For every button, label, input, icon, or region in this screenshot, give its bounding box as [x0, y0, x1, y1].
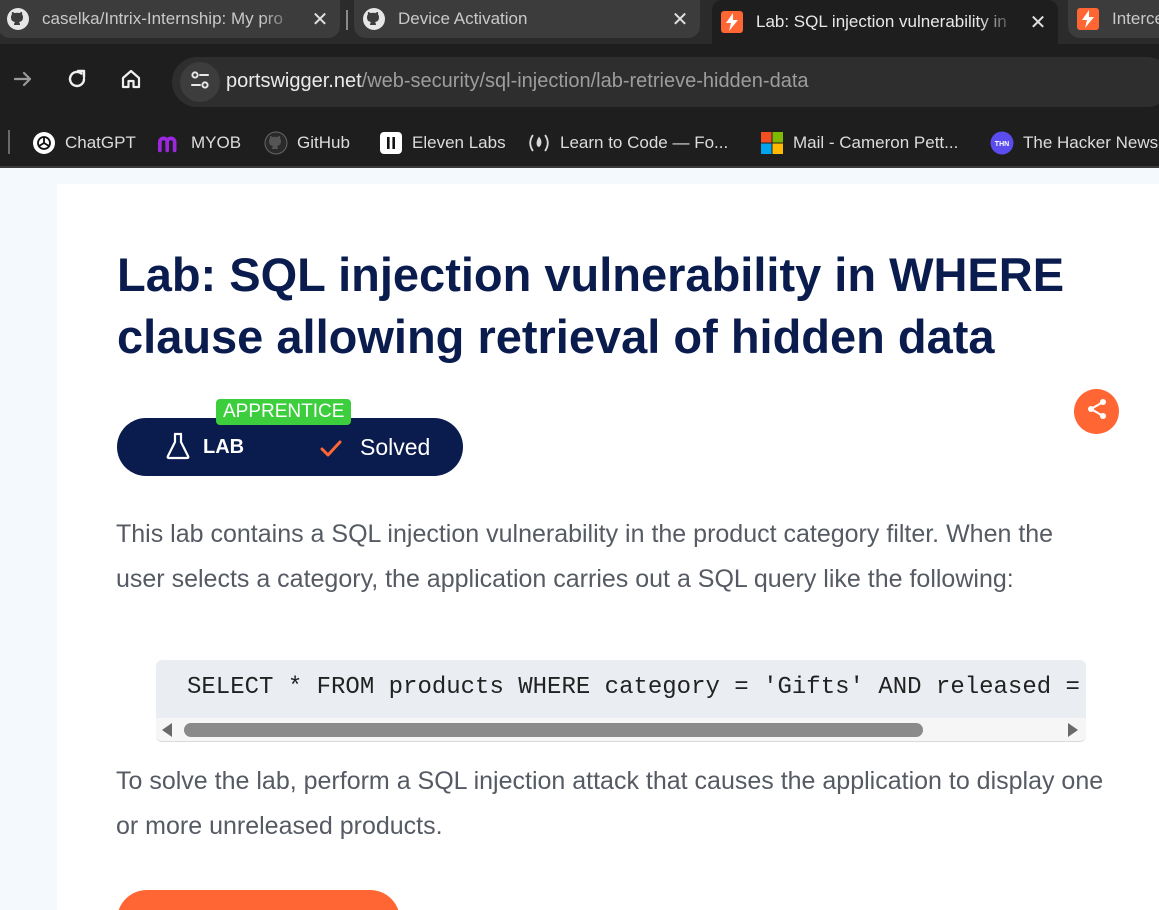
tab-intercept[interactable]: Intercept — [1068, 0, 1159, 38]
forward-button[interactable] — [8, 66, 38, 96]
tab-title: caselka/Intrix-Internship: My pro — [42, 9, 283, 28]
elevenlabs-icon — [379, 131, 403, 155]
level-badge: APPRENTICE — [216, 399, 352, 425]
home-icon — [119, 67, 143, 96]
tab-title: Intercept — [1112, 9, 1159, 28]
arrow-right-icon — [11, 67, 35, 96]
tab-strip: caselka/Intrix-Internship: My pro ✕ Devi… — [0, 0, 1159, 44]
bookmark-github[interactable]: GitHub — [264, 130, 350, 156]
lab-status-pill: LAB Solved — [117, 418, 463, 476]
scroll-left-icon[interactable] — [162, 723, 172, 737]
intro-paragraph: This lab contains a SQL injection vulner… — [116, 520, 1054, 593]
bookmark-mail[interactable]: Mail - Cameron Pett... — [760, 130, 958, 156]
bookmark-label: GitHub — [297, 133, 350, 152]
navigation-bar: portswigger.net/web-security/sql-injecti… — [0, 44, 1159, 118]
portswigger-icon — [720, 10, 744, 34]
myob-icon — [158, 131, 182, 155]
address-bar[interactable]: portswigger.net/web-security/sql-injecti… — [172, 57, 1159, 107]
tune-icon — [189, 69, 211, 96]
close-icon[interactable]: ✕ — [1026, 10, 1050, 34]
tab-title: Lab: SQL injection vulnerability in — [756, 12, 1007, 31]
share-button[interactable] — [1074, 389, 1119, 434]
bookmark-myob[interactable]: MYOB — [158, 130, 241, 156]
site-info-button[interactable] — [180, 62, 220, 102]
url-host: portswigger.net — [226, 70, 362, 92]
thn-icon: THN — [990, 131, 1014, 155]
bookmark-label: MYOB — [191, 133, 242, 152]
code-block: SELECT * FROM products WHERE category = … — [156, 660, 1086, 742]
reload-button[interactable] — [62, 66, 92, 96]
reload-icon — [65, 67, 89, 96]
tab-sql-injection-lab[interactable]: Lab: SQL injection vulnerability in ✕ — [712, 0, 1058, 44]
home-button[interactable] — [116, 66, 146, 96]
bookmarks-bar: ChatGPT MYOB GitHub Eleven Labs Learn to… — [0, 118, 1159, 166]
bookmark-label: Mail - Cameron Pett... — [793, 133, 959, 152]
tab-separator — [346, 10, 348, 30]
github-icon — [6, 7, 30, 31]
portswigger-icon — [1076, 7, 1100, 31]
goal-paragraph: To solve the lab, perform a SQL injectio… — [116, 767, 1104, 840]
bookmark-label: Learn to Code — Fo... — [560, 133, 729, 152]
github-icon — [264, 131, 288, 155]
bookmark-label: The Hacker News — [1023, 133, 1159, 152]
scroll-right-icon[interactable] — [1068, 723, 1078, 737]
horizontal-scrollbar[interactable] — [156, 718, 1086, 741]
tab-device-activation[interactable]: Device Activation ✕ — [354, 0, 700, 38]
tab-github-intrix[interactable]: caselka/Intrix-Internship: My pro ✕ — [0, 0, 340, 38]
bookmark-label: ChatGPT — [65, 133, 136, 152]
url-path: /web-security/sql-injection/lab-retrieve… — [361, 70, 809, 92]
sql-query-code: SELECT * FROM products WHERE category = … — [187, 674, 1086, 701]
bookmark-eleven-labs[interactable]: Eleven Labs — [379, 130, 506, 156]
flask-icon — [165, 432, 191, 460]
github-icon — [362, 7, 386, 31]
tab-title: Device Activation — [398, 9, 528, 28]
status-text: Solved — [360, 434, 431, 460]
freecodecamp-icon — [527, 131, 551, 155]
page-title: Lab: SQL injection vulnerability in WHER… — [117, 248, 1065, 363]
share-icon — [1085, 397, 1109, 426]
bookmark-chatgpt[interactable]: ChatGPT — [32, 130, 136, 156]
page-viewport: Lab: SQL injection vulnerability in WHER… — [0, 168, 1159, 910]
url-text[interactable]: portswigger.net/web-security/sql-injecti… — [226, 70, 809, 93]
chatgpt-icon — [32, 131, 56, 155]
microsoft-icon — [760, 131, 784, 155]
bookmark-label: Eleven Labs — [412, 133, 506, 152]
close-icon[interactable]: ✕ — [308, 7, 332, 31]
check-icon — [320, 437, 342, 459]
bookmarks-separator — [8, 130, 10, 154]
close-icon[interactable]: ✕ — [668, 7, 692, 31]
access-lab-button[interactable] — [117, 890, 400, 910]
bookmark-hacker-news[interactable]: THN The Hacker News — [990, 130, 1158, 156]
bookmark-freecodecamp[interactable]: Learn to Code — Fo... — [527, 130, 728, 156]
lab-label: LAB — [203, 436, 245, 458]
thn-badge-text: THN — [995, 141, 1009, 148]
scrollbar-thumb[interactable] — [184, 723, 923, 737]
